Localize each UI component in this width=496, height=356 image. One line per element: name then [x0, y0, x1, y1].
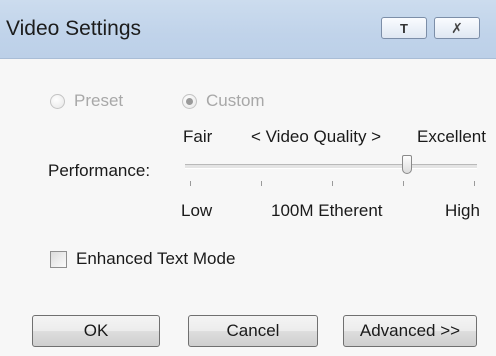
- settings-content: Preset Custom Fair < Video Quality > Exc…: [0, 59, 496, 356]
- slider-tick: [403, 181, 404, 186]
- minimize-icon: T: [400, 20, 408, 36]
- enhanced-text-mode-option[interactable]: Enhanced Text Mode: [50, 249, 235, 269]
- preset-radio[interactable]: Preset: [50, 91, 123, 111]
- cancel-button[interactable]: Cancel: [188, 315, 318, 347]
- enhanced-text-mode-label: Enhanced Text Mode: [76, 249, 236, 268]
- slider-thumb[interactable]: [402, 155, 412, 174]
- slider-tick: [261, 181, 262, 186]
- slider-bottom-center-label: 100M Etherent: [271, 201, 383, 220]
- video-settings-window: Video Settings T ✗ Preset Custom Fair < …: [0, 0, 496, 356]
- custom-radio[interactable]: Custom: [182, 91, 265, 111]
- custom-radio-circle: [182, 93, 197, 109]
- slider-top-left-label: Fair: [183, 127, 213, 146]
- preset-radio-circle: [50, 93, 65, 109]
- window-title: Video Settings: [6, 17, 142, 40]
- performance-label: Performance:: [48, 161, 151, 180]
- slider-tick: [474, 181, 475, 186]
- slider-bottom-right-label: High: [445, 201, 480, 220]
- slider-bottom-left-label: Low: [181, 201, 213, 220]
- custom-radio-label: Custom: [206, 91, 265, 110]
- close-icon: ✗: [451, 19, 463, 36]
- slider-tick: [332, 181, 333, 186]
- slider-tick: [190, 181, 191, 186]
- enhanced-text-mode-checkbox[interactable]: [50, 250, 67, 268]
- close-button[interactable]: ✗: [434, 17, 480, 39]
- slider-track[interactable]: [185, 164, 477, 169]
- minimize-button[interactable]: T: [381, 17, 427, 39]
- advanced-button[interactable]: Advanced >>: [343, 315, 477, 347]
- title-bar: Video Settings T ✗: [0, 0, 496, 59]
- slider-top-center-label: < Video Quality >: [251, 127, 382, 146]
- ok-button[interactable]: OK: [32, 315, 160, 347]
- slider-top-right-label: Excellent: [417, 127, 486, 146]
- preset-radio-label: Preset: [74, 91, 124, 110]
